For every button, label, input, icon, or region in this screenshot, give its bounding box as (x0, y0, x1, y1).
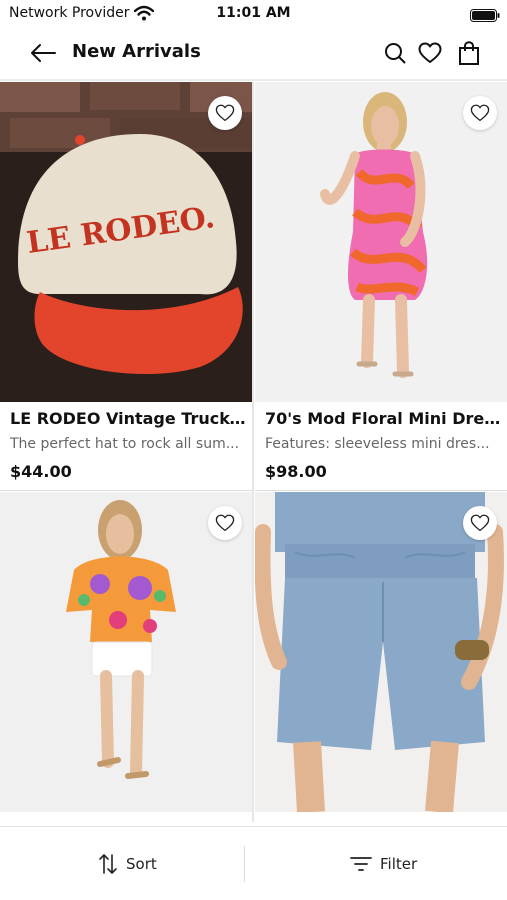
product-description: Features: sleeveless mini dres... (265, 436, 490, 452)
heart-icon (215, 514, 235, 532)
heart-icon (470, 514, 490, 532)
product-name[interactable]: 70's Mod Floral Mini Dress (265, 409, 501, 428)
product-image[interactable] (255, 82, 507, 402)
favorite-button[interactable] (208, 96, 242, 130)
search-icon (385, 43, 406, 64)
grid-column-divider (252, 82, 254, 822)
product-description: The perfect hat to rock all sum... (10, 436, 240, 452)
filter-icon (350, 857, 372, 871)
bottom-action-bar: Sort Filter (0, 826, 507, 900)
cart-button[interactable] (455, 39, 483, 67)
product-card[interactable]: 70's Mod Floral Mini Dress Features: sle… (255, 82, 507, 491)
card-divider (0, 490, 252, 491)
search-button[interactable] (381, 39, 409, 67)
product-card[interactable] (0, 492, 252, 812)
heart-icon (215, 104, 235, 122)
status-time: 11:01 AM (216, 5, 291, 21)
shopping-bag-icon (459, 41, 479, 65)
product-image[interactable] (0, 492, 252, 812)
product-card[interactable] (255, 492, 507, 812)
filter-button[interactable]: Filter (350, 847, 417, 881)
sort-button[interactable]: Sort (98, 847, 157, 881)
bar-separator (244, 846, 245, 882)
product-card[interactable]: LE RODEO. LE RODEO Vintage Trucker... Th… (0, 82, 252, 491)
arrow-left-icon (31, 44, 56, 62)
product-price: $44.00 (10, 462, 72, 481)
favorite-button[interactable] (463, 96, 497, 130)
product-price: $98.00 (265, 462, 327, 481)
wishlist-button[interactable] (416, 39, 444, 67)
favorite-button[interactable] (208, 506, 242, 540)
sort-icon (99, 854, 117, 874)
app-header: New Arrivals (0, 28, 507, 78)
battery-icon (470, 7, 500, 22)
product-image[interactable]: LE RODEO. (0, 82, 252, 402)
back-button[interactable] (28, 39, 58, 67)
sort-label: Sort (126, 855, 157, 873)
product-name[interactable]: LE RODEO Vintage Trucker... (10, 409, 246, 428)
card-divider (255, 490, 507, 491)
product-image[interactable] (255, 492, 507, 812)
filter-label: Filter (380, 855, 418, 873)
page-title: New Arrivals (72, 41, 201, 62)
favorite-button[interactable] (463, 506, 497, 540)
header-divider (0, 79, 507, 81)
heart-icon (470, 104, 490, 122)
heart-icon (418, 42, 442, 63)
status-bar: Network Provider 11:01 AM (0, 0, 507, 28)
